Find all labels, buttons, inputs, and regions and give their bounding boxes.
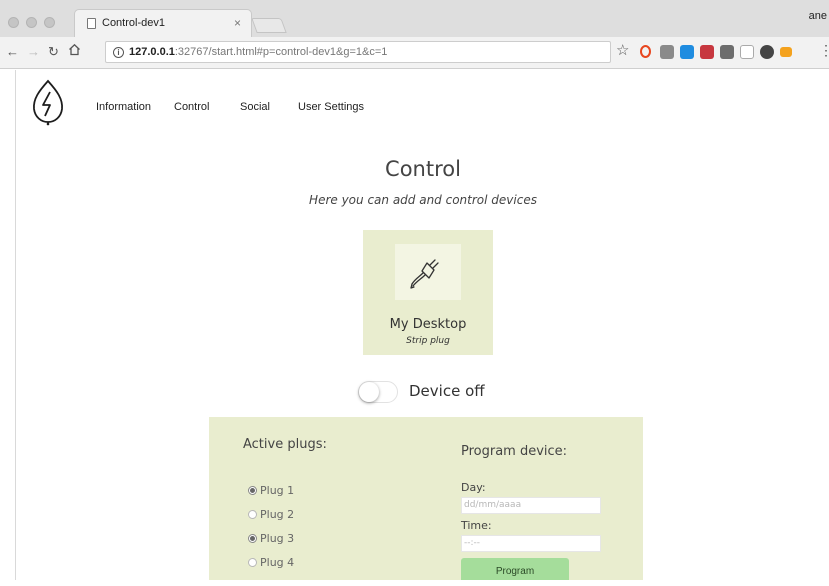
device-card[interactable]: My Desktop Strip plug bbox=[363, 230, 493, 355]
device-settings-panel: Active plugs: Plug 1 Plug 2 Plug 3 Plug … bbox=[209, 417, 643, 580]
profile-name[interactable]: ane bbox=[809, 10, 827, 22]
new-tab-button[interactable] bbox=[251, 18, 287, 33]
nav-social[interactable]: Social bbox=[240, 101, 270, 113]
plug-option[interactable]: Plug 3 bbox=[248, 532, 294, 545]
time-label: Time: bbox=[461, 519, 492, 532]
device-name: My Desktop bbox=[389, 317, 467, 332]
browser-menu-icon[interactable]: ⋮ bbox=[819, 42, 829, 59]
document-extension-icon[interactable] bbox=[740, 45, 754, 59]
page-content: Information Control Social User Settings… bbox=[15, 70, 829, 580]
window-minimize-button[interactable] bbox=[26, 17, 37, 28]
address-bar[interactable]: i 127.0.0.1:32767/start.html#p=control-d… bbox=[105, 41, 611, 63]
device-type: Strip plug bbox=[406, 336, 450, 346]
url-text: 127.0.0.1:32767/start.html#p=control-dev… bbox=[129, 46, 388, 58]
active-plugs-heading: Active plugs: bbox=[243, 437, 327, 452]
trello-extension-icon[interactable] bbox=[680, 45, 694, 59]
day-label: Day: bbox=[461, 481, 486, 494]
day-input[interactable]: dd/mm/aaaa bbox=[461, 497, 601, 514]
device-status-label: Device off bbox=[409, 382, 485, 400]
device-power-toggle[interactable] bbox=[358, 381, 398, 403]
nav-user-settings[interactable]: User Settings bbox=[298, 101, 364, 113]
page-icon bbox=[87, 18, 96, 29]
plug-option[interactable]: Plug 1 bbox=[248, 484, 294, 497]
reload-icon[interactable]: ↻ bbox=[48, 45, 59, 59]
window-maximize-button[interactable] bbox=[44, 17, 55, 28]
window-close-button[interactable] bbox=[8, 17, 19, 28]
plug-option[interactable]: Plug 4 bbox=[248, 556, 294, 569]
radio-selected-icon[interactable] bbox=[248, 534, 257, 543]
browser-tab-bar: Control-dev1 × ane bbox=[0, 0, 829, 37]
info-icon[interactable]: i bbox=[113, 47, 124, 58]
bookmark-star-icon[interactable]: ☆ bbox=[616, 41, 629, 59]
program-device-heading: Program device: bbox=[461, 444, 568, 459]
nav-control[interactable]: Control bbox=[174, 101, 209, 113]
mail-extension-icon[interactable] bbox=[700, 45, 714, 59]
plug-icon bbox=[395, 244, 461, 300]
program-button[interactable]: Program bbox=[461, 558, 569, 580]
plug-option[interactable]: Plug 2 bbox=[248, 508, 294, 521]
tab-title: Control-dev1 bbox=[102, 17, 165, 29]
home-icon[interactable] bbox=[68, 43, 81, 59]
forward-arrow-icon[interactable]: → bbox=[27, 45, 40, 59]
browser-toolbar: ← → ↻ i 127.0.0.1:32767/start.html#p=con… bbox=[0, 37, 829, 69]
honey-extension-icon[interactable] bbox=[780, 47, 792, 57]
lightning-leaf-logo-icon[interactable] bbox=[30, 78, 66, 131]
shield-extension-icon[interactable] bbox=[720, 45, 734, 59]
time-input[interactable]: --:-- bbox=[461, 535, 601, 552]
radio-selected-icon[interactable] bbox=[248, 486, 257, 495]
browser-tab[interactable]: Control-dev1 × bbox=[74, 9, 252, 37]
evernote-extension-icon[interactable] bbox=[760, 45, 774, 59]
toggle-knob bbox=[359, 382, 379, 402]
back-arrow-icon[interactable]: ← bbox=[6, 45, 19, 59]
page-subtitle: Here you can add and control devices bbox=[309, 193, 537, 207]
radio-empty-icon[interactable] bbox=[248, 510, 257, 519]
radio-empty-icon[interactable] bbox=[248, 558, 257, 567]
tab-close-icon[interactable]: × bbox=[234, 16, 241, 30]
opera-extension-icon[interactable] bbox=[640, 45, 651, 58]
camera-extension-icon[interactable] bbox=[660, 45, 674, 59]
page-title: Control bbox=[385, 157, 461, 181]
nav-information[interactable]: Information bbox=[96, 101, 151, 113]
